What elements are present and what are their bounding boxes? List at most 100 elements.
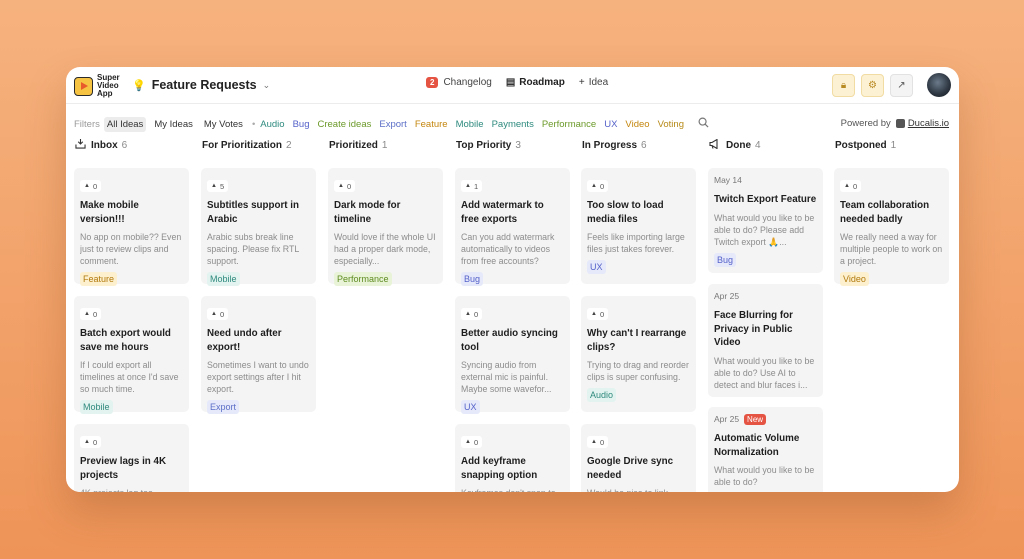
idea-card[interactable]: ▲ 0 Why can't I rearrange clips? Trying to … — [581, 296, 696, 412]
category-tag: Bug — [461, 272, 484, 286]
filter-category-video[interactable]: Video — [625, 119, 649, 130]
vote-button[interactable]: ▲ 0 — [840, 180, 862, 192]
vote-button[interactable]: ▲ 0 — [80, 308, 102, 320]
idea-card[interactable]: ▲ 0 Better audio syncing tool Syncing audio… — [455, 296, 570, 414]
filter-category-export[interactable]: Export — [379, 119, 406, 130]
filter-all-ideas[interactable]: All Ideas — [103, 116, 147, 132]
idea-card[interactable]: Apr 25 Face Blurring for Privacy in Publi… — [708, 284, 823, 397]
card-description: Would love if the whole UI had a proper … — [334, 232, 436, 266]
card-title: Preview lags in 4K projects — [80, 456, 167, 481]
filter-my-ideas[interactable]: My Ideas — [151, 117, 196, 132]
card-title: Why can't I rearrange clips? — [587, 328, 687, 353]
idea-card[interactable]: ▲ 0 Batch export would save me hours If I c… — [74, 296, 189, 414]
search-icon[interactable] — [698, 117, 709, 131]
card-description: Trying to drag and reorder clips is supe… — [587, 360, 689, 382]
column-inbox: Inbox 6 ▲ 0 Make mobile version!!! No app on … — [74, 137, 189, 492]
column-count: 4 — [755, 139, 761, 151]
logo-line-3: App — [97, 89, 113, 98]
upvote-icon: ▲ — [84, 311, 90, 317]
card-description: Syncing audio from external mic is painf… — [461, 360, 552, 394]
column-header: Prioritized 1 — [328, 137, 443, 153]
card-description: Sometimes I want to undo export settings… — [207, 360, 309, 394]
filter-category-create-ideas[interactable]: Create ideas — [317, 119, 371, 130]
upvote-icon: ▲ — [844, 183, 850, 189]
column-count: 2 — [286, 139, 292, 151]
open-external-button[interactable]: ↗ — [890, 74, 913, 97]
filter-category-ux[interactable]: UX — [604, 119, 617, 130]
filter-category-feature[interactable]: Feature — [415, 119, 448, 130]
vote-button[interactable]: ▲ 0 — [207, 308, 229, 320]
logo-icon — [74, 76, 93, 96]
category-filters: Audio Bug Create ideas Export Feature Mobile P… — [260, 119, 692, 130]
column-header: Postponed 1 — [834, 137, 949, 153]
column-top-priority: Top Priority 3 ▲ 1 Add watermark to free exp… — [455, 137, 570, 492]
column-title: For Prioritization — [202, 139, 282, 151]
vote-button[interactable]: ▲ 0 — [80, 436, 102, 448]
filter-category-bug[interactable]: Bug — [293, 119, 310, 130]
ducalis-logo-icon — [895, 119, 905, 128]
idea-card[interactable]: ▲ 0 Need undo after export! Sometimes I wan… — [201, 296, 316, 414]
idea-card[interactable]: ▲ 5 Subtitles support in Arabic Arabic subs… — [201, 168, 316, 286]
upvote-icon: ▲ — [591, 439, 597, 445]
filter-category-audio[interactable]: Audio — [260, 119, 284, 130]
idea-card[interactable]: ▲ 0 Make mobile version!!! No app on mobile… — [74, 168, 189, 286]
vote-button[interactable]: ▲ 0 — [587, 308, 609, 320]
idea-card[interactable]: ▲ 1 Add watermark to free exports Can you a… — [455, 168, 570, 286]
powered-by-link[interactable]: Ducalis.io — [908, 118, 949, 129]
nav-changelog[interactable]: 2 Changelog — [426, 77, 492, 88]
avatar[interactable] — [927, 73, 951, 97]
card-date: Apr 25 — [714, 290, 817, 302]
idea-card[interactable]: ▲0 Google Drive sync needed Would be nice … — [581, 424, 696, 492]
card-title: Need undo after export! — [207, 328, 282, 353]
roadmap-board: Inbox 6 ▲ 0 Make mobile version!!! No app on … — [74, 137, 954, 492]
card-date: May 14 — [714, 174, 817, 186]
category-tag: Video — [840, 272, 869, 286]
vote-button[interactable]: ▲ 0 — [461, 436, 483, 448]
upvote-icon: ▲ — [465, 311, 471, 317]
vote-button[interactable]: ▲ 0 — [461, 308, 483, 320]
column-done: Done 4 May 14 Twitch Export Feature What wou… — [708, 137, 823, 492]
board-title: Feature Requests — [151, 78, 257, 92]
nav-idea-label: Idea — [588, 77, 609, 88]
column-title: Prioritized — [329, 139, 378, 151]
vote-count: 0 — [473, 437, 479, 447]
filter-my-votes[interactable]: My Votes — [201, 117, 246, 132]
lock-icon: 🔒︎ — [840, 80, 847, 91]
filter-category-mobile[interactable]: Mobile — [456, 119, 484, 130]
nav-roadmap[interactable]: ▤ Roadmap — [506, 77, 565, 88]
idea-card[interactable]: ▲ 0 Dark mode for timeline Would love if th… — [328, 168, 443, 286]
lock-button[interactable]: 🔒︎ — [832, 74, 855, 97]
card-title: Batch export would save me hours — [80, 328, 171, 353]
vote-button[interactable]: ▲ 0 — [587, 180, 609, 192]
nav-idea[interactable]: + Idea — [579, 77, 608, 88]
app-window: Super Video App 💡 Feature Requests ⌄ 2 C… — [66, 67, 959, 492]
idea-card[interactable]: Apr 25 New Automatic Volume Normalization W… — [708, 407, 823, 492]
vote-button[interactable]: ▲ 1 — [461, 180, 483, 192]
vote-button[interactable]: ▲ 0 — [80, 180, 102, 192]
idea-card[interactable]: ▲ 0 Too slow to load media files Feels like… — [581, 168, 696, 284]
column-title: Inbox — [91, 139, 118, 151]
idea-card[interactable]: ▲0 Add keyframe snapping option Keyframes … — [455, 424, 570, 492]
vote-count: 0 — [219, 309, 225, 319]
settings-button[interactable]: ⚙ — [861, 74, 884, 97]
vote-count: 0 — [473, 309, 479, 319]
idea-card[interactable]: ▲ 0 Team collaboration needed badly We real… — [834, 168, 949, 286]
column-title: Postponed — [835, 139, 887, 151]
app-logo[interactable]: Super Video App — [74, 74, 123, 98]
powered-by-label: Powered by — [840, 118, 891, 129]
vote-button[interactable]: ▲ 0 — [587, 436, 609, 448]
vote-button[interactable]: ▲ 0 — [334, 180, 356, 192]
idea-card[interactable]: ▲0 Preview lags in 4K projects 4K projects… — [74, 424, 189, 492]
idea-card[interactable]: May 14 Twitch Export Feature What would yo… — [708, 168, 823, 273]
card-title: Dark mode for timeline — [334, 200, 401, 225]
board-selector[interactable]: 💡 Feature Requests ⌄ — [132, 78, 270, 92]
external-link-icon: ↗ — [897, 80, 906, 91]
filter-category-performance[interactable]: Performance — [542, 119, 596, 130]
vote-button[interactable]: ▲ 5 — [207, 180, 229, 192]
filter-category-voting[interactable]: Voting — [658, 119, 684, 130]
upvote-icon: ▲ — [211, 311, 217, 317]
vote-count: 0 — [92, 309, 98, 319]
column-title: Top Priority — [456, 139, 512, 151]
filter-category-payments[interactable]: Payments — [492, 119, 534, 130]
upvote-icon: ▲ — [465, 439, 471, 445]
